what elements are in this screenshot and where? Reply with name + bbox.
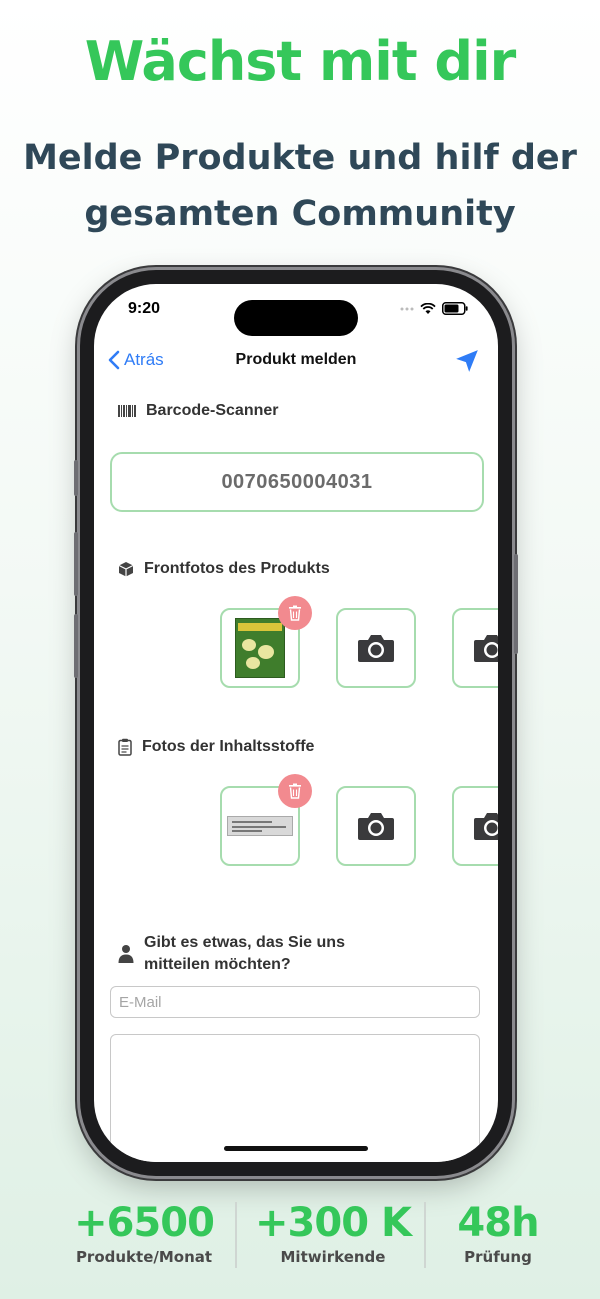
dynamic-island <box>234 300 358 336</box>
promo-subline: Melde Produkte und hilf der gesamten Com… <box>0 130 600 242</box>
battery-icon <box>442 302 468 315</box>
phone-frame: 9:20 Atrás Produkt melden Barcode-Scanne… <box>74 270 518 1176</box>
promo-subline-line-2: gesamten Community <box>84 194 516 234</box>
camera-icon <box>358 635 394 662</box>
send-button[interactable] <box>454 348 480 379</box>
camera-icon <box>474 635 498 662</box>
box-icon <box>118 562 134 577</box>
trash-icon <box>289 605 301 621</box>
phone-volume-down <box>74 614 78 678</box>
front-photos-label: Frontfotos des Produkts <box>144 560 330 577</box>
message-textarea[interactable] <box>110 1034 480 1162</box>
stat-contributors-value: +300 K <box>255 1200 412 1246</box>
stat-products-value: +6500 <box>74 1200 215 1246</box>
promo-subline-line-1: Melde Produkte und hilf der <box>23 138 577 178</box>
feedback-question-text: Gibt es etwas, das Sie uns mitteilen möc… <box>144 932 404 976</box>
wifi-icon <box>420 302 436 314</box>
stat-products: +6500 Produkte/Monat <box>54 1200 234 1266</box>
ingredient-photo-delete-button[interactable] <box>278 774 312 808</box>
status-time: 9:20 <box>128 300 161 317</box>
home-indicator[interactable] <box>224 1146 368 1151</box>
stat-review: 48h Prüfung <box>408 1200 588 1266</box>
stat-products-label: Produkte/Monat <box>75 1248 213 1266</box>
barcode-field[interactable]: 0070650004031 <box>110 452 484 512</box>
stat-divider <box>235 1202 237 1268</box>
stat-review-value: 48h <box>457 1200 539 1246</box>
phone-power-button <box>514 554 518 654</box>
barcode-section-heading: Barcode-Scanner <box>118 402 279 420</box>
phone-silent-switch <box>74 460 78 496</box>
stat-contributors: +300 K Mitwirkende <box>243 1200 423 1266</box>
front-photo-slot-2[interactable] <box>336 608 416 688</box>
trash-icon <box>289 783 301 799</box>
signal-dots-icon <box>400 307 414 310</box>
page-title: Produkt melden <box>235 351 357 368</box>
email-field[interactable] <box>110 986 480 1018</box>
ingredient-photo-slot-3[interactable] <box>452 786 498 866</box>
camera-icon <box>474 813 498 840</box>
ingredient-label-thumbnail <box>227 816 293 836</box>
stat-review-label: Prüfung <box>464 1248 532 1266</box>
stat-contributors-label: Mitwirkende <box>280 1248 386 1266</box>
barcode-icon <box>118 405 136 417</box>
feedback-question: Gibt es etwas, das Sie uns mitteilen möc… <box>118 932 404 976</box>
feedback-question-line-1: Gibt es etwas, das Sie uns <box>144 934 345 951</box>
barcode-section-label: Barcode-Scanner <box>146 402 279 419</box>
front-photo-slot-3[interactable] <box>452 608 498 688</box>
product-front-thumbnail <box>235 618 285 678</box>
send-icon <box>456 350 478 372</box>
camera-icon <box>358 813 394 840</box>
person-icon <box>118 945 134 963</box>
clipboard-icon <box>118 738 132 756</box>
navigation-bar: Atrás Produkt melden <box>94 340 498 380</box>
feedback-question-line-2: mitteilen möchten? <box>144 956 291 973</box>
front-photos-heading: Frontfotos des Produkts <box>118 560 330 578</box>
ingredient-photos-heading: Fotos der Inhaltsstoffe <box>118 738 314 756</box>
promo-headline: Wächst mit dir <box>84 30 516 93</box>
phone-volume-up <box>74 532 78 596</box>
ingredient-photos-label: Fotos der Inhaltsstoffe <box>142 738 315 755</box>
ingredient-photo-slot-2[interactable] <box>336 786 416 866</box>
front-photo-delete-button[interactable] <box>278 596 312 630</box>
status-icons <box>400 302 468 315</box>
phone-screen: 9:20 Atrás Produkt melden Barcode-Scanne… <box>94 284 498 1162</box>
